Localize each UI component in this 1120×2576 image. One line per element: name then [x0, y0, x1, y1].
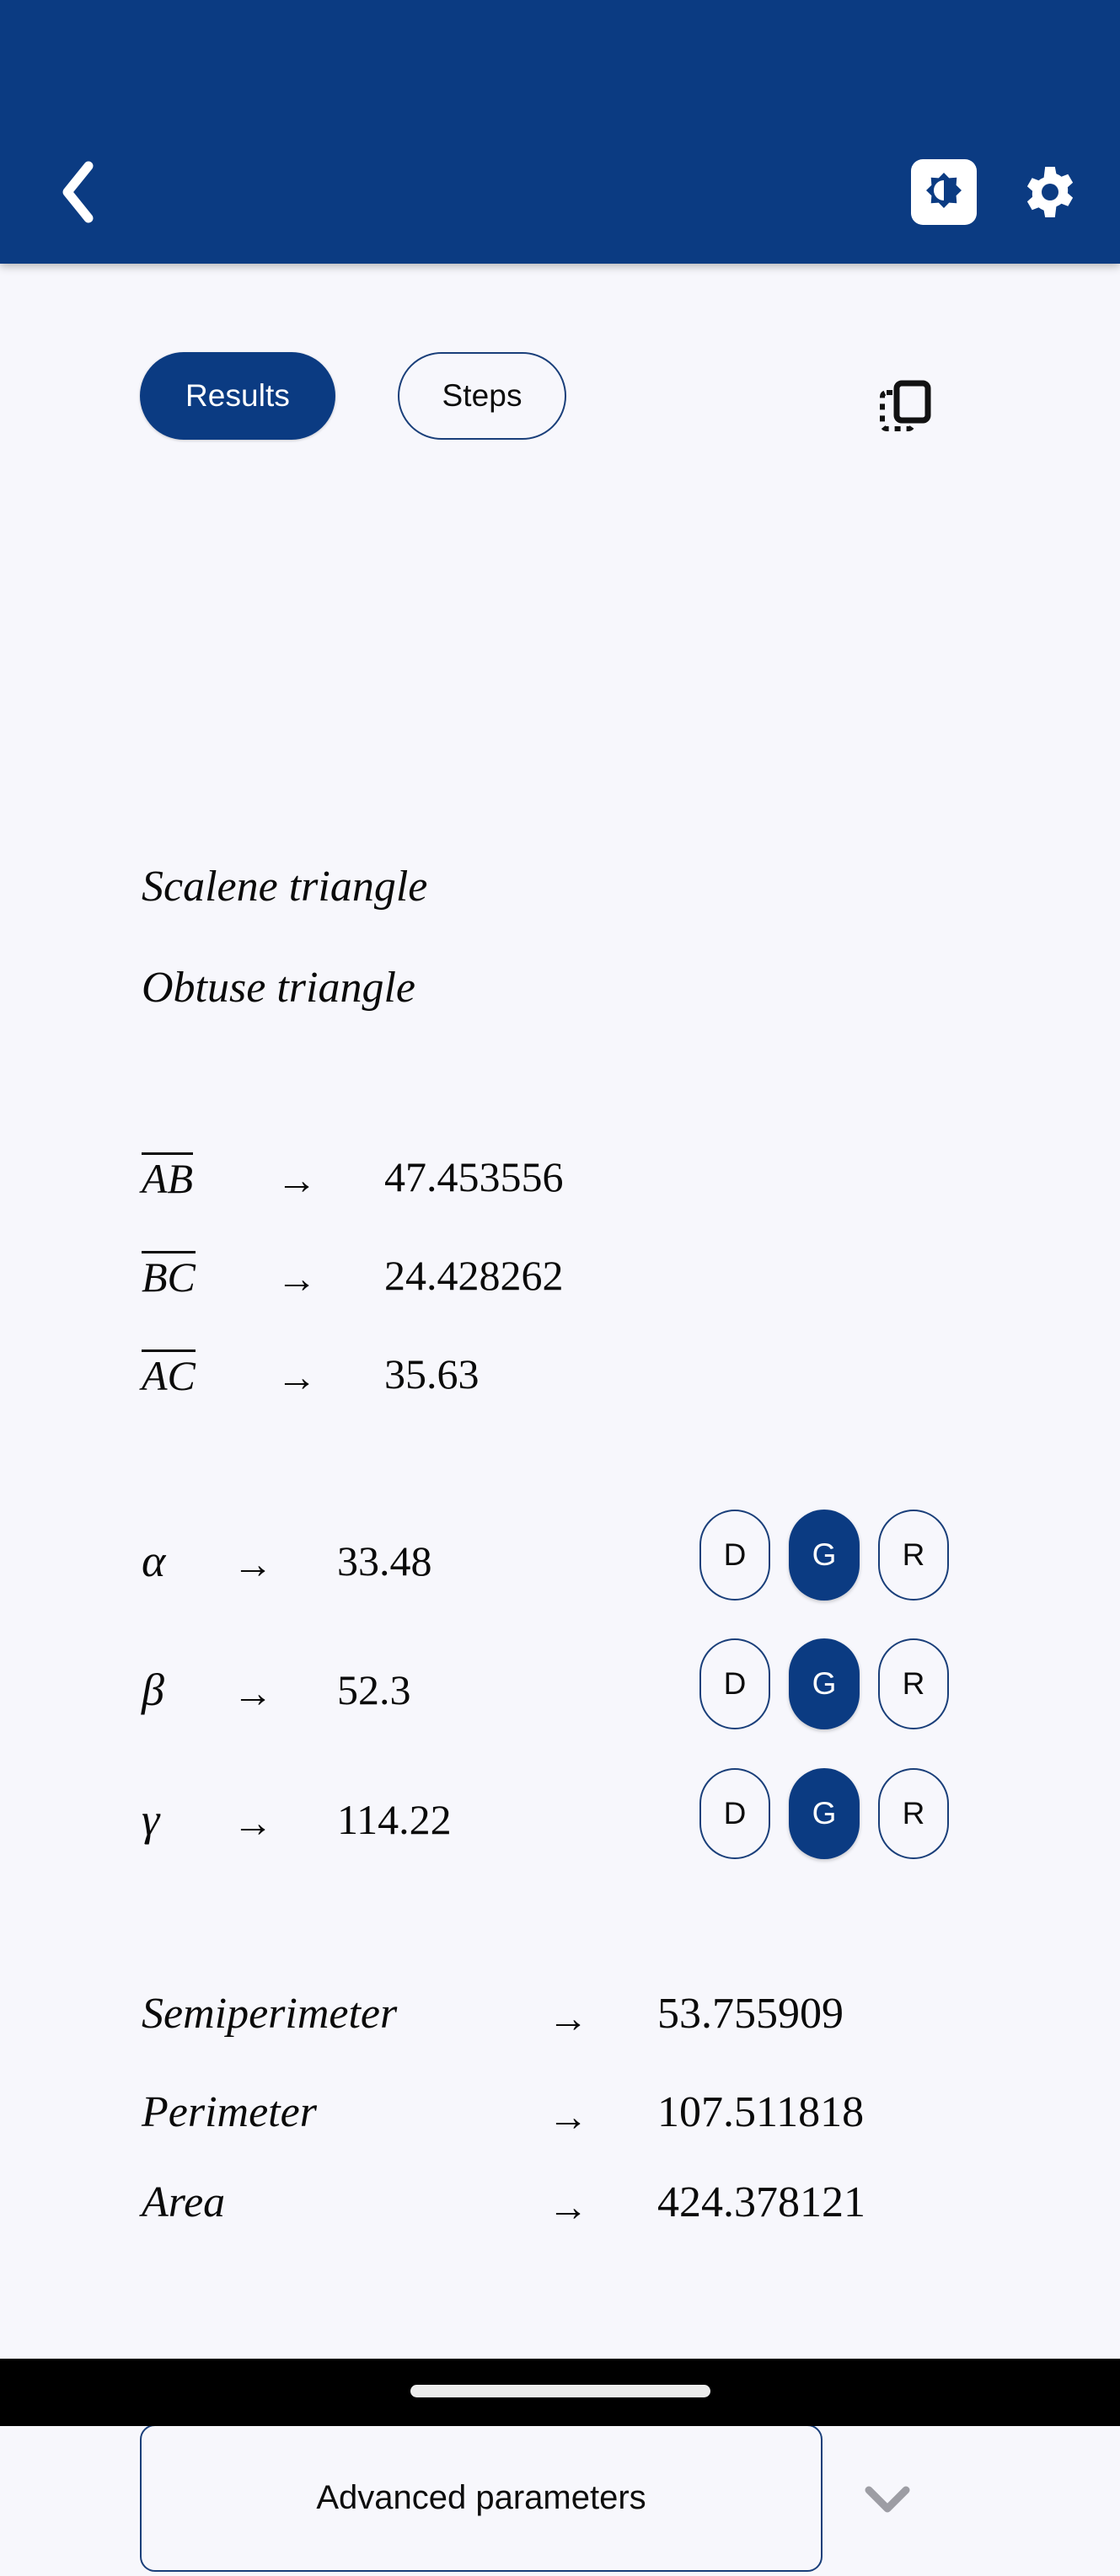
advanced-parameters-expand-button[interactable]	[861, 2473, 914, 2525]
copy-icon	[880, 380, 931, 431]
angle-unit-group: D G R	[699, 1638, 949, 1729]
theme-toggle-button[interactable]	[911, 159, 977, 225]
angle-unit-gradians[interactable]: G	[789, 1768, 860, 1859]
metric-value: 424.378121	[657, 2178, 865, 2226]
arrow-glyph: →	[276, 1257, 317, 1301]
copy-button[interactable]	[861, 362, 949, 450]
metric-row: Perimeter → 107.511818	[0, 2087, 1120, 2187]
side-value: 35.63	[384, 1350, 480, 1398]
angle-value: 114.22	[337, 1796, 452, 1843]
advanced-parameters-label: Advanced parameters	[316, 2479, 646, 2516]
angle-row: β → 52.3 D G R	[0, 1638, 1120, 1795]
angle-unit-degrees[interactable]: D	[699, 1510, 770, 1601]
angle-unit-radians[interactable]: R	[878, 1768, 949, 1859]
home-indicator[interactable]	[410, 2385, 710, 2397]
angle-value: 33.48	[337, 1537, 432, 1585]
metric-label: Perimeter	[142, 2088, 317, 2136]
tab-steps-label: Steps	[442, 378, 522, 413]
chevron-down-icon	[865, 2486, 910, 2513]
angle-unit-group: D G R	[699, 1510, 949, 1601]
results-content: Results Steps Scalene triangle Obtuse tr…	[0, 264, 1120, 2572]
angle-label: γ	[142, 1794, 160, 1845]
arrow-glyph: →	[233, 1801, 273, 1846]
angle-unit-degrees[interactable]: D	[699, 1638, 770, 1729]
metric-row: Semiperimeter → 53.755909	[0, 1989, 1120, 2088]
angle-value: 52.3	[337, 1666, 411, 1713]
header-actions	[911, 142, 1086, 243]
angle-unit-group: D G R	[699, 1768, 949, 1859]
arrow-glyph: →	[548, 2185, 588, 2230]
metric-row: Area → 424.378121	[0, 2178, 1120, 2277]
side-label: AB	[142, 1152, 194, 1203]
advanced-parameters-section: Advanced parameters	[0, 2424, 1120, 2576]
angle-label: β	[142, 1665, 164, 1715]
side-value: 47.453556	[384, 1153, 564, 1200]
triangle-classification-0: Scalene triangle	[142, 863, 428, 911]
side-row: BC → 24.428262	[0, 1251, 1120, 1350]
chevron-left-icon	[62, 161, 94, 223]
arrow-glyph: →	[548, 2095, 588, 2140]
arrow-glyph: →	[233, 1671, 273, 1716]
angle-unit-radians[interactable]: R	[878, 1510, 949, 1601]
tab-results-label: Results	[185, 378, 291, 413]
angle-label: α	[142, 1536, 166, 1586]
metric-value: 53.755909	[657, 1990, 844, 2038]
angle-unit-gradians[interactable]: G	[789, 1638, 860, 1729]
angle-row: α → 33.48 D G R	[0, 1510, 1120, 1666]
tab-results[interactable]: Results	[140, 352, 335, 440]
gear-icon	[1026, 167, 1074, 217]
side-row: AC → 35.63	[0, 1349, 1120, 1449]
arrow-glyph: →	[276, 1158, 317, 1203]
side-value: 24.428262	[384, 1252, 564, 1299]
arrow-glyph: →	[548, 1996, 588, 2041]
angle-unit-radians[interactable]: R	[878, 1638, 949, 1729]
metric-label: Area	[142, 2178, 226, 2226]
side-row: AB → 47.453556	[0, 1152, 1120, 1252]
arrow-glyph: →	[233, 1542, 273, 1587]
settings-button[interactable]	[1014, 156, 1086, 228]
triangle-classification-1: Obtuse triangle	[142, 964, 415, 1012]
tab-steps[interactable]: Steps	[398, 352, 566, 440]
tab-bar: Results Steps	[0, 352, 1120, 453]
angle-unit-degrees[interactable]: D	[699, 1768, 770, 1859]
brightness-half-icon	[926, 173, 962, 208]
advanced-parameters-button[interactable]: Advanced parameters	[140, 2424, 823, 2572]
back-button[interactable]	[27, 142, 128, 243]
app-header	[0, 0, 1120, 264]
side-label: AC	[142, 1349, 196, 1400]
angle-row: γ → 114.22 D G R	[0, 1768, 1120, 1925]
metric-label: Semiperimeter	[142, 1990, 398, 2038]
side-label: BC	[142, 1251, 196, 1301]
arrow-glyph: →	[276, 1355, 317, 1400]
metric-value: 107.511818	[657, 2088, 865, 2136]
angle-unit-gradians[interactable]: G	[789, 1510, 860, 1601]
system-navigation-bar	[0, 2359, 1120, 2426]
